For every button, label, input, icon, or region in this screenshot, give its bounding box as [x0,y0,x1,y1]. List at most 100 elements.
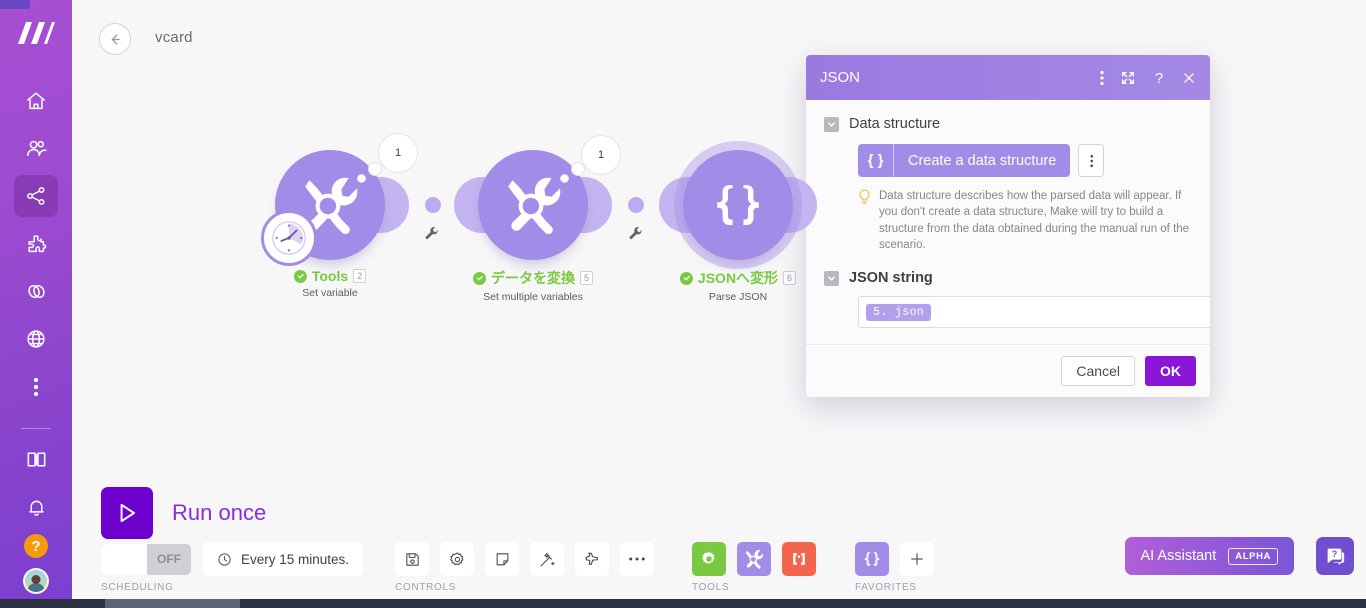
bubble-dot-small [357,174,366,183]
scheduling-toggle[interactable]: OFF [101,544,191,575]
ai-assistant-label: AI Assistant [1141,548,1217,564]
bubble-count: 1 [598,149,604,161]
page-title: vcard [155,29,193,46]
close-icon[interactable] [1182,71,1196,85]
modal-title: JSON [820,69,1100,86]
bottom-toolbar: Run once OFF Every 15 minutes. [72,468,1366,608]
json-string-label: JSON string [849,270,933,286]
modal-footer: Cancel OK [806,344,1210,397]
settings-button[interactable] [440,542,474,576]
save-button[interactable] [395,542,429,576]
scrollbar-thumb[interactable] [105,599,240,608]
sidebar-item-team[interactable] [14,128,58,170]
json-string-field-row: JSON string [824,270,1192,286]
chat-help-button[interactable]: ? [1316,537,1354,575]
tools-tool-button[interactable] [737,542,771,576]
sidebar-item-webhooks[interactable] [14,318,58,360]
data-structure-kebab-menu-icon[interactable] [1078,144,1104,177]
json-variable-chip[interactable]: 5. json [866,304,931,321]
more-controls-button[interactable] [620,542,654,576]
modal-body: Data structure { } Create a data structu… [806,100,1210,344]
module-status-check-icon [294,270,307,283]
sidebar-item-scenarios[interactable] [14,175,58,217]
favorites-group: FAVORITES [855,542,934,593]
tools-tool-icon [743,548,765,570]
sidebar-item-more[interactable] [14,366,58,408]
connector-wrench-icon-1[interactable] [424,226,440,247]
sidebar-item-notifications[interactable] [14,487,58,529]
chevron-down-icon[interactable] [824,271,839,286]
controls-caption: CONTROLS [395,582,654,593]
make-logo[interactable] [14,16,58,50]
json-module-modal: JSON ? [806,55,1210,397]
data-structure-field-row: Data structure [824,116,1192,132]
horizontal-scrollbar[interactable] [0,599,1366,608]
run-once-button[interactable] [101,487,153,539]
module-badge: 5 [580,271,593,285]
back-button[interactable] [99,23,131,55]
make-scenario-editor: ? vcard 1 [0,0,1366,608]
more-ellipsis-icon [628,556,646,562]
magic-wand-icon [539,551,556,568]
data-structure-controls: { } Create a data structure [858,144,1192,177]
gear-tool-icon [699,549,719,569]
sidebar-item-home[interactable] [14,80,58,122]
help-question-icon[interactable]: ? [1152,70,1166,86]
add-favorite-button[interactable] [900,542,934,576]
create-data-structure-label: Create a data structure [894,153,1070,169]
json-favorite-button[interactable] [855,542,889,576]
auto-align-button[interactable] [530,542,564,576]
avatar[interactable] [23,568,49,594]
module-icon-circle[interactable] [683,150,793,260]
kebab-menu-icon[interactable] [1100,70,1104,86]
bubble-dot-medium [368,162,382,176]
help-icon[interactable]: ? [24,534,48,558]
module-badge: 6 [783,271,796,285]
notes-button[interactable] [485,542,519,576]
module-badge: 2 [353,269,366,283]
connector-dot-1[interactable] [425,197,441,213]
module-operations-bubble[interactable]: 1 [378,133,418,173]
module-label: データを変換 5 Set multiple variables [473,268,593,303]
controls-group: CONTROLS [395,542,654,593]
explore-button[interactable] [575,542,609,576]
module-subtitle: Set multiple variables [473,291,593,303]
run-once-group: Run once [101,487,266,539]
ok-button[interactable]: OK [1145,356,1196,386]
module-subtitle: Parse JSON [680,291,796,303]
flow-control-tool-button[interactable] [692,542,726,576]
cancel-button[interactable]: Cancel [1061,356,1135,386]
module-node-selected[interactable]: JSONへ変形 6 Parse JSON [683,150,793,260]
chevron-down-icon[interactable] [824,117,839,132]
toggle-state-label: OFF [147,544,191,575]
sidebar-item-connections[interactable] [14,271,58,313]
schedule-interval-button[interactable]: Every 15 minutes. [203,542,363,576]
expand-icon[interactable] [1120,70,1136,86]
run-once-label[interactable]: Run once [172,500,266,526]
sidebar-item-templates[interactable] [14,223,58,265]
modal-header: JSON ? [806,55,1210,100]
sidebar-item-docs[interactable] [14,439,58,481]
connector-wrench-icon-2[interactable] [628,226,644,247]
hint-text: Data structure describes how the parsed … [879,188,1192,253]
tools-caption: TOOLS [692,582,816,593]
module-node[interactable]: 1 [275,150,385,260]
module-label: JSONへ変形 6 Parse JSON [680,268,796,303]
ai-assistant-alpha-badge: ALPHA [1228,548,1278,565]
module-operations-bubble[interactable]: 1 [581,135,621,175]
favorites-caption: FAVORITES [855,582,934,593]
ai-assistant-button[interactable]: AI Assistant ALPHA [1125,537,1295,575]
module-name: JSONへ変形 [698,268,778,288]
create-data-structure-button[interactable]: { } Create a data structure [858,144,1070,177]
data-structure-hint: Data structure describes how the parsed … [858,188,1192,253]
connector-dot-2[interactable] [628,197,644,213]
scrollbar-corner [0,0,30,9]
json-string-input[interactable]: 5. json [858,296,1210,328]
module-schedule-clock-icon[interactable] [261,210,317,266]
text-parser-tool-button[interactable] [782,542,816,576]
lightbulb-icon [858,189,871,253]
module-node[interactable]: 1 データを変換 5 S [478,150,588,260]
module-name: データを変換 [491,268,575,288]
text-parser-tool-icon [789,549,809,569]
json-braces-icon [709,176,767,234]
